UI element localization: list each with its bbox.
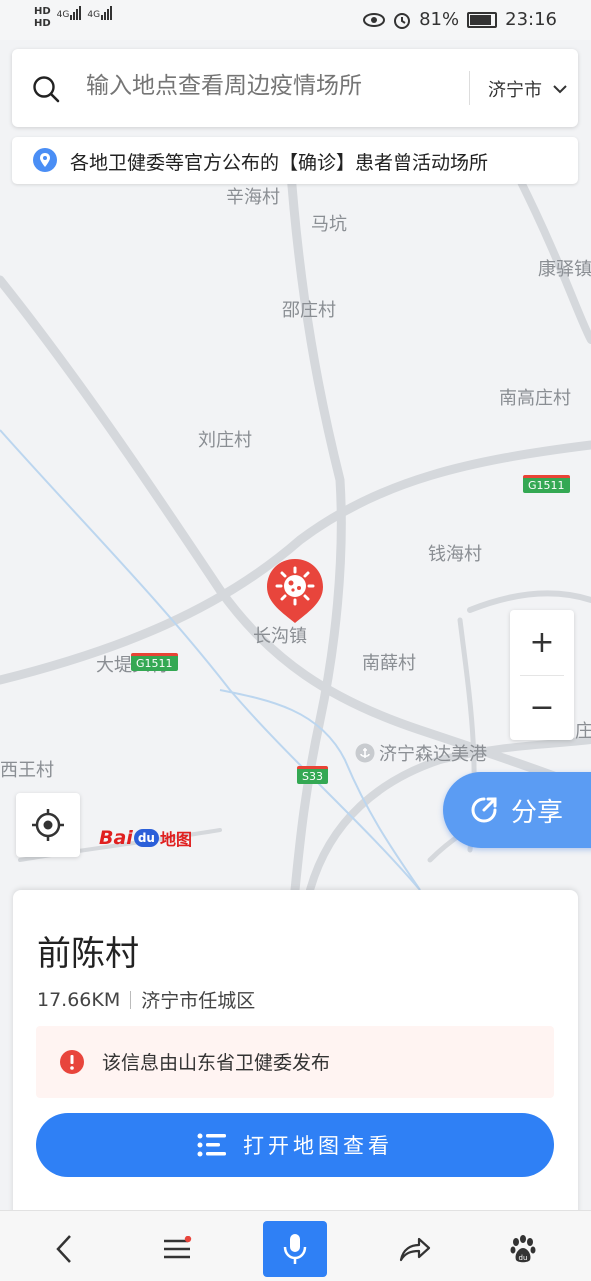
divider xyxy=(469,71,470,105)
place-label: 钱海村 xyxy=(428,544,482,565)
zoom-in-button[interactable]: + xyxy=(510,610,574,675)
logo-text: Bai xyxy=(99,827,133,849)
locate-button[interactable] xyxy=(16,793,80,857)
status-bar: HD HD 4G 4G 81% 23:16 xyxy=(0,0,591,40)
location-pin-icon xyxy=(33,148,57,172)
zoom-out-button[interactable]: − xyxy=(510,675,574,740)
chevron-down-icon xyxy=(553,85,567,94)
city-label: 济宁市 xyxy=(488,80,542,101)
signal-icon: 4G xyxy=(57,6,82,20)
location-title: 前陈村 xyxy=(37,934,139,974)
eye-icon xyxy=(363,12,386,27)
baidu-home-button[interactable]: du xyxy=(491,1221,555,1277)
anchor-icon xyxy=(355,743,375,763)
place-label: 康驿镇 xyxy=(538,259,591,280)
menu-icon xyxy=(164,1236,192,1259)
share-label: 分享 xyxy=(511,797,564,828)
forward-share-button[interactable] xyxy=(382,1221,446,1277)
menu-button[interactable] xyxy=(145,1221,209,1277)
hd-label-2: HD xyxy=(34,18,51,29)
network-type: 4G xyxy=(56,10,70,20)
search-input[interactable] xyxy=(86,73,456,99)
place-label: 刘庄村 xyxy=(198,430,252,451)
zoom-controls: + − xyxy=(510,610,574,740)
place-label: 西王村 xyxy=(0,760,54,781)
city-selector[interactable]: 济宁市 xyxy=(488,76,568,102)
place-label: 邵庄村 xyxy=(282,300,336,321)
share-button[interactable]: 分享 xyxy=(443,772,591,848)
back-icon xyxy=(56,1235,71,1263)
location-card: 前陈村 17.66KM 济宁市任城区 该信息由山东省卫健委发布 打开地图查看 xyxy=(13,890,578,1220)
back-button[interactable] xyxy=(32,1221,96,1277)
divider xyxy=(130,990,132,1009)
info-notice: 各地卫健委等官方公布的【确诊】患者曾活动场所 xyxy=(12,137,578,184)
place-label: 南薛村 xyxy=(362,653,416,674)
source-text: 该信息由山东省卫健委发布 xyxy=(102,1052,331,1074)
open-map-button[interactable]: 打开地图查看 xyxy=(36,1113,554,1177)
clock: 23:16 xyxy=(505,9,557,30)
hd-label: HD xyxy=(34,6,51,17)
highway-shield: S33 xyxy=(297,766,328,784)
place-label: 辛海村 xyxy=(226,187,280,208)
baidu-paw-icon: du xyxy=(510,1235,536,1263)
crosshair-icon xyxy=(32,809,64,841)
alarm-icon xyxy=(394,12,411,29)
share-icon xyxy=(471,797,497,823)
highway-shield: G1511 xyxy=(523,475,570,493)
microphone-icon xyxy=(283,1234,307,1264)
battery-percent: 81% xyxy=(419,9,460,30)
source-notice: 该信息由山东省卫健委发布 xyxy=(36,1026,554,1098)
distance: 17.66KM xyxy=(37,988,121,1011)
network-type-2: 4G xyxy=(87,10,101,20)
location-meta: 17.66KM 济宁市任城区 xyxy=(37,986,255,1013)
logo-badge: du xyxy=(133,829,159,847)
baidu-map-logo: Bai du 地图 xyxy=(99,826,192,850)
voice-button[interactable] xyxy=(263,1221,327,1277)
marker-label: 长沟镇 xyxy=(253,626,307,647)
place-label: 南高庄村 xyxy=(499,388,571,409)
svg-text:du: du xyxy=(519,1254,528,1262)
place-label: 庄 xyxy=(575,721,591,742)
list-icon xyxy=(197,1133,226,1157)
search-bar[interactable]: 济宁市 xyxy=(12,49,578,127)
hd-indicators: HD HD xyxy=(34,6,51,30)
place-label: 马坑 xyxy=(311,214,347,235)
notice-text: 各地卫健委等官方公布的【确诊】患者曾活动场所 xyxy=(70,152,489,174)
alert-icon xyxy=(60,1050,84,1074)
virus-marker-icon[interactable] xyxy=(265,557,325,625)
forward-icon xyxy=(399,1237,431,1262)
logo-text-2: 地图 xyxy=(159,830,192,849)
region: 济宁市任城区 xyxy=(141,990,256,1012)
battery-icon xyxy=(467,11,498,28)
place-label: 济宁森达美港 xyxy=(379,744,487,765)
signal-icon-2: 4G xyxy=(87,6,113,20)
port-poi[interactable]: 济宁森达美港 xyxy=(355,740,487,766)
open-map-label: 打开地图查看 xyxy=(243,1134,393,1158)
bottom-navigation: du xyxy=(0,1210,591,1281)
search-icon xyxy=(33,76,60,103)
highway-shield: G1511 xyxy=(131,653,178,671)
